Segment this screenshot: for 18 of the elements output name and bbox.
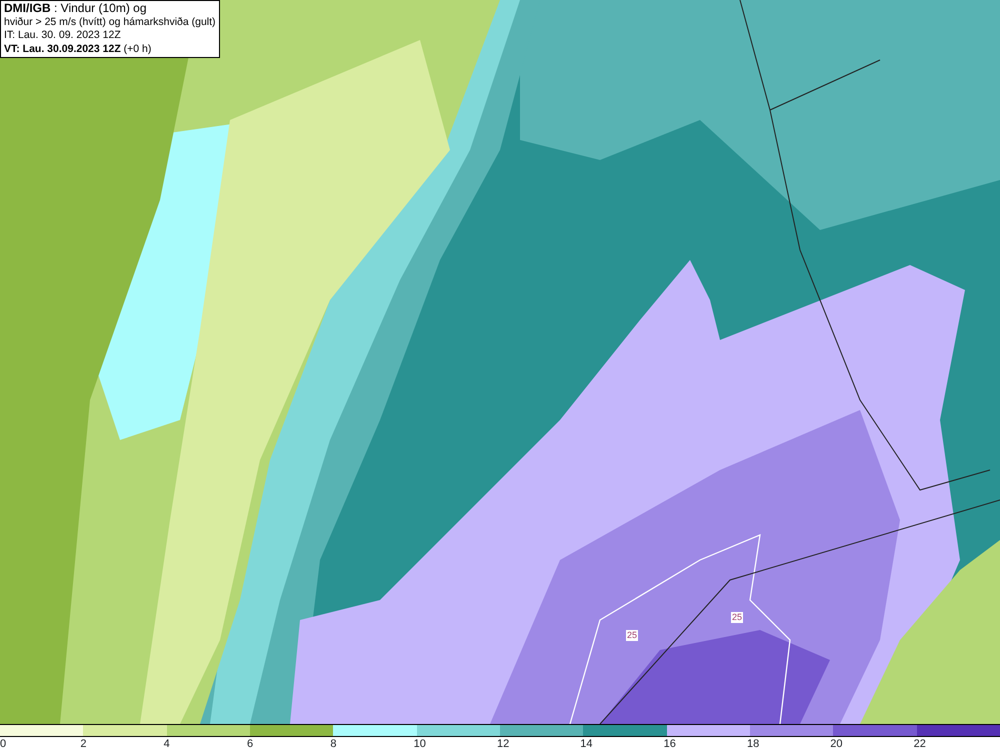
contour-label: 25 (626, 630, 638, 641)
init-time: IT: Lau. 30. 09. 2023 12Z (4, 29, 122, 42)
valid-time: VT: Lau. 30.09.2023 12Z (+0 h) (4, 42, 152, 56)
legend-tick-label: 14 (580, 738, 593, 750)
legend-tick-label: 20 (830, 738, 843, 750)
legend-tick-label: 6 (246, 738, 254, 750)
legend-tick-label: 22 (914, 738, 926, 750)
legend-tick-label: 2 (80, 738, 86, 750)
legend-tick-label: 12 (496, 738, 510, 750)
map-subtitle: hviður > 25 m/s (hvítt) og hámarkshviða (gult) (4, 16, 216, 29)
contour-label: 25 (731, 612, 744, 623)
legend-tick-label: 0 (0, 738, 6, 750)
legend-tick-label: 10 (414, 738, 426, 750)
legend-tick-label: 18 (746, 738, 760, 750)
map-title: DMI/IGB : Vindur (10m) og (4, 2, 148, 16)
legend-tick-label: 8 (330, 738, 336, 750)
legend-tick-label: 16 (664, 738, 676, 750)
legend-tick-label: 4 (164, 738, 170, 750)
